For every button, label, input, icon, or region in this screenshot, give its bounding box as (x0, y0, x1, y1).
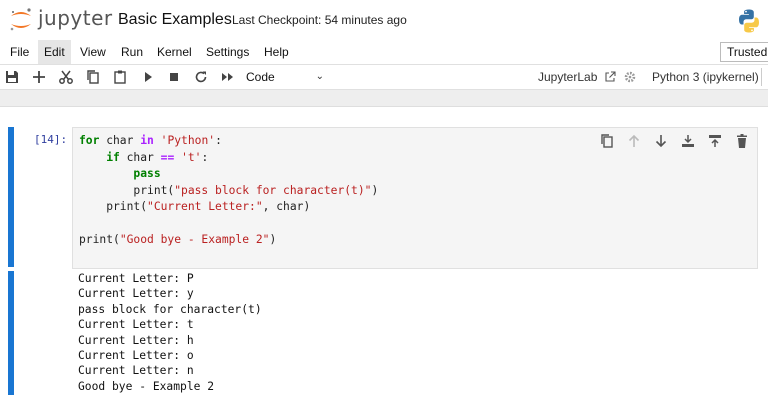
code-line: print("pass block for character(t)") (79, 183, 379, 197)
run-all-icon[interactable] (220, 69, 236, 85)
cut-icon[interactable] (58, 69, 74, 85)
menu-run[interactable]: Run (115, 40, 149, 64)
menu-bar: File Edit View Run Kernel Settings Help … (0, 40, 768, 65)
run-icon[interactable] (140, 69, 156, 85)
external-link-icon (605, 71, 616, 82)
gear-icon[interactable] (623, 69, 637, 85)
menu-settings[interactable]: Settings (200, 40, 255, 64)
insert-below-icon[interactable] (707, 132, 723, 150)
move-up-icon[interactable] (626, 132, 642, 150)
notebook-top-band (0, 90, 768, 107)
jupyterlab-link[interactable]: JupyterLab (538, 69, 616, 85)
toolbar-divider (761, 68, 762, 86)
code-cell-input[interactable]: for char in 'Python': if char == 't': pa… (72, 127, 758, 269)
output-line: Current Letter: o (78, 349, 194, 363)
output-line: Current Letter: P (78, 272, 194, 285)
notebook-toolbar: Code ⌄ JupyterLab Python 3 (ipykernel) (0, 65, 768, 90)
cell-toolbar (597, 132, 753, 150)
add-cell-icon[interactable] (31, 69, 47, 85)
menu-edit[interactable]: Edit (38, 40, 71, 64)
code-line: print("Good bye - Example 2") (79, 233, 277, 246)
notebook-title[interactable]: Basic Examples (118, 11, 232, 29)
jupyter-brand-text[interactable]: jupyter (38, 6, 113, 30)
stop-icon[interactable] (166, 69, 182, 85)
menu-kernel[interactable]: Kernel (151, 40, 198, 64)
cell-type-select[interactable]: Code ⌄ (246, 68, 326, 86)
code-line: pass (133, 167, 161, 180)
output-line: Current Letter: n (78, 364, 194, 378)
notebook-header: jupyter Basic Examples Last Checkpoint: … (0, 0, 768, 40)
jupyter-logo-icon[interactable] (8, 7, 34, 33)
cell-type-value: Code (246, 70, 275, 84)
menu-file[interactable]: File (4, 40, 35, 64)
restart-icon[interactable] (193, 69, 209, 85)
save-icon[interactable] (4, 69, 20, 85)
kernel-name[interactable]: Python 3 (ipykernel) (652, 69, 759, 85)
output-line: pass block for character(t) (78, 302, 262, 316)
output-line: Current Letter: h (78, 333, 194, 347)
code-line: for char in 'Python': (79, 134, 222, 147)
python-logo-icon (739, 9, 759, 33)
move-down-icon[interactable] (653, 132, 669, 150)
input-prompt: [14]: (34, 133, 68, 146)
code-line: if char == 't': (106, 150, 209, 164)
trusted-indicator[interactable]: Trusted (720, 42, 768, 62)
output-line: Current Letter: t (78, 318, 194, 332)
output-collapser[interactable] (8, 271, 14, 395)
duplicate-icon[interactable] (599, 132, 615, 150)
insert-above-icon[interactable] (680, 132, 696, 150)
code-editor[interactable]: for char in 'Python': if char == 't': pa… (79, 133, 378, 249)
paste-icon[interactable] (112, 69, 128, 85)
copy-icon[interactable] (85, 69, 101, 85)
output-line: Good bye - Example 2 (78, 379, 215, 393)
code-line: print("Current Letter:", char) (79, 200, 311, 213)
delete-icon[interactable] (734, 132, 750, 150)
menu-view[interactable]: View (74, 40, 112, 64)
jupyterlab-link-label: JupyterLab (538, 70, 598, 84)
last-checkpoint-text: Last Checkpoint: 54 minutes ago (232, 13, 407, 27)
menu-help[interactable]: Help (258, 40, 295, 64)
cell-output: Current Letter: P Current Letter: y pass… (78, 271, 262, 394)
input-collapser[interactable] (8, 127, 14, 267)
output-line: Current Letter: y (78, 287, 194, 301)
chevron-down-icon: ⌄ (315, 71, 324, 82)
